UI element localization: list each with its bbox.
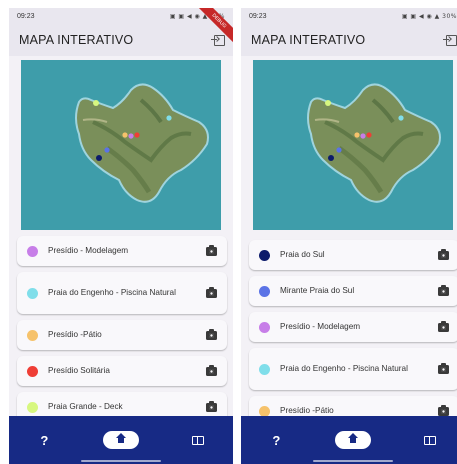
book-button[interactable] [186,435,210,445]
map-marker-praia-grande[interactable] [325,100,331,106]
map-marker-praia-do-sul[interactable] [328,155,334,161]
marker-dot [259,285,270,297]
map-marker-presidio-patio[interactable] [122,132,128,138]
interactive-map[interactable] [21,60,221,230]
status-time: 09:23 [17,12,35,20]
home-button[interactable] [334,431,371,449]
home-button[interactable] [102,431,139,449]
marker-dot [259,249,270,261]
help-icon[interactable]: ? [32,433,56,448]
poi-list: Presídio - Modelagem Praia do Engenho - … [17,236,227,428]
logout-icon[interactable] [211,34,225,46]
app-bar: MAPA INTERATIVO [9,24,233,56]
map-marker-presidio-solitaria[interactable] [366,132,372,138]
status-icons: ▣ ▣ ◀ ◉ ▲ 30% [401,12,457,20]
list-item[interactable]: Praia do Engenho - Piscina Natural [17,272,227,314]
camera-icon[interactable] [206,364,217,376]
list-item-label: Presídio - Modelagem [280,322,361,331]
map-marker-presidio-modelagem[interactable] [360,133,366,139]
phone-screen-right: 09:23 ▣ ▣ ◀ ◉ ▲ 30% MAPA INTERATIVO Prai… [241,8,457,464]
list-item-label: Praia do Engenho - Piscina Natural [280,364,408,373]
list-item[interactable]: Presídio -Pátio [17,320,227,350]
marker-dot [27,329,38,341]
status-bar: 09:23 ▣ ▣ ◀ ◉ ▲ 30% [9,8,233,24]
camera-icon[interactable] [438,284,449,296]
map-marker-mirante[interactable] [104,147,110,153]
list-item[interactable]: Praia do Engenho - Piscina Natural [249,348,457,390]
poi-list: Praia do Sul Mirante Praia do Sul Presíd… [249,240,457,432]
marker-dot [27,245,38,257]
book-icon [423,435,436,445]
book-icon [191,435,204,445]
page-title: MAPA INTERATIVO [251,33,366,47]
status-time: 09:23 [249,12,267,20]
camera-icon[interactable] [438,404,449,416]
map-marker-mirante[interactable] [336,147,342,153]
gesture-bar [313,460,393,462]
gesture-bar [81,460,161,462]
status-bar: 09:23 ▣ ▣ ◀ ◉ ▲ 30% [241,8,457,24]
island-map[interactable] [253,60,453,230]
camera-icon[interactable] [206,328,217,340]
marker-dot [259,321,270,333]
camera-icon[interactable] [206,400,217,412]
book-button[interactable] [418,435,442,445]
list-item[interactable]: Presídio - Modelagem [17,236,227,266]
list-item[interactable]: Presídio Solitária [17,356,227,386]
marker-dot [27,401,38,413]
camera-icon[interactable] [438,362,449,374]
camera-icon[interactable] [206,244,217,256]
help-icon[interactable]: ? [264,433,288,448]
list-item-label: Presídio Solitária [48,366,110,375]
marker-dot [259,363,270,375]
page-title: MAPA INTERATIVO [19,33,134,47]
phone-screen-left: 09:23 ▣ ▣ ◀ ◉ ▲ 30% MAPA INTERATIVO DEBU… [9,8,233,464]
home-icon [347,433,358,444]
bottom-nav: ? [241,416,457,464]
list-item-label: Praia do Sul [280,250,325,259]
interactive-map[interactable] [253,60,453,230]
bottom-nav: ? [9,416,233,464]
logout-icon[interactable] [443,34,457,46]
list-item-label: Mirante Praia do Sul [280,286,355,295]
camera-icon[interactable] [206,286,217,298]
map-marker-praia-grande[interactable] [93,100,99,106]
map-marker-praia-do-sul[interactable] [96,155,102,161]
marker-dot [259,405,270,417]
camera-icon[interactable] [438,320,449,332]
list-item[interactable]: Presídio - Modelagem [249,312,457,342]
marker-dot [27,365,38,377]
list-item-label: Praia Grande - Deck [48,402,123,411]
map-marker-presidio-solitaria[interactable] [134,132,140,138]
list-item-label: Presídio -Pátio [48,330,102,339]
list-item[interactable]: Praia do Sul [249,240,457,270]
map-marker-piscina-natural[interactable] [398,115,404,121]
app-bar: MAPA INTERATIVO [241,24,457,56]
home-icon [115,433,126,444]
list-item-label: Praia do Engenho - Piscina Natural [48,288,176,297]
map-marker-presidio-modelagem[interactable] [128,133,134,139]
island-map[interactable] [21,60,221,230]
camera-icon[interactable] [438,248,449,260]
map-marker-presidio-patio[interactable] [354,132,360,138]
list-item-label: Presídio - Modelagem [48,246,129,255]
map-marker-piscina-natural[interactable] [166,115,172,121]
list-item[interactable]: Mirante Praia do Sul [249,276,457,306]
marker-dot [27,287,38,299]
